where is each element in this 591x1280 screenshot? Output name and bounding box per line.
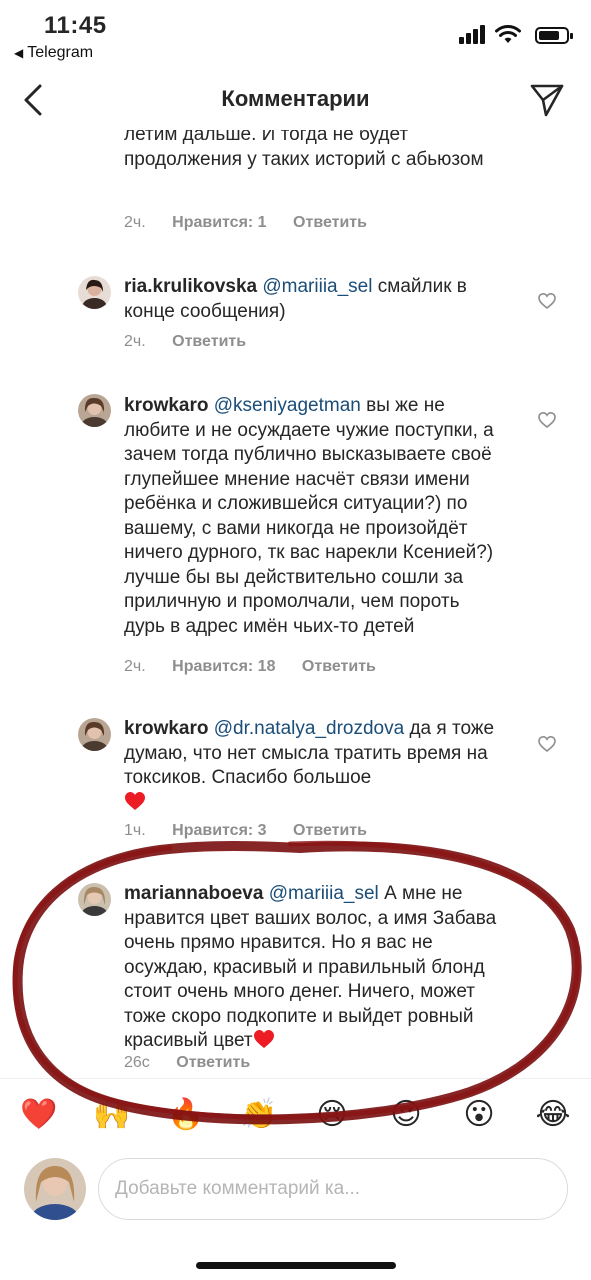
avatar[interactable]	[78, 394, 111, 427]
comment-time: 26с	[124, 1054, 150, 1071]
wifi-icon	[495, 25, 521, 43]
comment-text: krowkaro @kseniyagetman вы же не любите …	[124, 395, 494, 637]
quick-reactions-bar: ❤️ 🙌 🔥 👏 😢 😍 😮 😂	[0, 1078, 591, 1150]
send-icon[interactable]	[529, 82, 565, 118]
comment-text: mariannaboeva @mariiia_sel А мне не нрав…	[124, 883, 497, 1051]
reaction-clap-button[interactable]: 👏	[240, 1097, 277, 1133]
back-app-label: Telegram	[27, 44, 94, 61]
comment-mention[interactable]: @mariiia_sel	[269, 883, 379, 904]
red-heart-emoji-icon	[253, 1030, 274, 1048]
comment-username[interactable]: mariannaboeva	[124, 883, 263, 904]
comment-likes-link[interactable]: Нравится: 1	[172, 214, 266, 231]
status-bar: 11:45 ◀ Telegram	[0, 0, 591, 70]
reply-button[interactable]: Ответить	[293, 214, 367, 231]
reply-button[interactable]: Ответить	[302, 658, 376, 675]
reply-button[interactable]: Ответить	[172, 333, 246, 350]
like-heart-icon[interactable]	[538, 735, 556, 753]
system-icons	[459, 24, 573, 48]
comment-time: 2ч.	[124, 214, 146, 231]
reaction-raised-hands-button[interactable]: 🙌	[93, 1097, 130, 1133]
comment-input[interactable]	[98, 1158, 568, 1220]
reply-button[interactable]: Ответить	[176, 1054, 250, 1071]
comment-meta: 1ч. Нравится: 3 Ответить	[124, 822, 389, 840]
reaction-surprised-button[interactable]: 😮	[461, 1097, 497, 1133]
status-time: 11:45	[44, 12, 107, 39]
comment-composer	[0, 1150, 591, 1240]
comment-meta: 2ч. Ответить	[124, 333, 268, 351]
home-indicator[interactable]	[196, 1262, 396, 1269]
reaction-heart-button[interactable]: ❤️	[20, 1097, 57, 1133]
comment-text: ria.krulikovska @mariiia_sel смайлик в к…	[124, 276, 467, 322]
comment-text: летим дальше. И тогда не будет продолжен…	[124, 130, 484, 170]
comment-username[interactable]: krowkaro	[124, 395, 208, 416]
comment-username[interactable]: ria.krulikovska	[124, 276, 257, 297]
comments-list[interactable]: летим дальше. И тогда не будет продолжен…	[0, 130, 591, 1075]
back-to-app-link[interactable]: ◀ Telegram	[14, 44, 93, 62]
like-heart-icon[interactable]	[538, 292, 556, 310]
comment-meta: 2ч. Нравится: 18 Ответить	[124, 658, 398, 676]
comment-likes-link[interactable]: Нравится: 3	[172, 822, 266, 839]
avatar[interactable]	[78, 883, 111, 916]
comment-mention[interactable]: @kseniyagetman	[214, 395, 361, 416]
avatar[interactable]	[78, 718, 111, 751]
back-triangle-icon: ◀	[14, 46, 24, 60]
comment-time: 2ч.	[124, 333, 146, 350]
comment-username[interactable]: krowkaro	[124, 718, 208, 739]
battery-icon	[535, 27, 573, 44]
header: Комментарии	[0, 70, 591, 130]
comment-time: 2ч.	[124, 658, 146, 675]
comment-mention[interactable]: @mariiia_sel	[262, 276, 372, 297]
reaction-heart-eyes-button[interactable]: 😍	[388, 1097, 424, 1133]
avatar[interactable]	[78, 276, 111, 309]
comment-meta: 2ч. Нравится: 1 Ответить	[124, 214, 389, 232]
reaction-crying-button[interactable]: 😢	[314, 1097, 350, 1133]
reply-button[interactable]: Ответить	[293, 822, 367, 839]
my-avatar[interactable]	[24, 1158, 86, 1220]
comment-time: 1ч.	[124, 822, 146, 839]
comment-text: krowkaro @dr.natalya_drozdova да я тоже …	[124, 717, 504, 815]
comment-meta: 26с Ответить	[124, 1054, 272, 1072]
reaction-laughing-button[interactable]: 😂	[535, 1097, 571, 1133]
comment-mention[interactable]: @dr.natalya_drozdova	[214, 718, 404, 739]
red-heart-emoji-icon	[125, 791, 145, 810]
like-heart-icon[interactable]	[538, 411, 556, 429]
page-title: Комментарии	[221, 86, 370, 111]
comment-likes-link[interactable]: Нравится: 18	[172, 658, 275, 675]
signal-icon	[459, 24, 485, 44]
reaction-fire-button[interactable]: 🔥	[167, 1097, 204, 1133]
